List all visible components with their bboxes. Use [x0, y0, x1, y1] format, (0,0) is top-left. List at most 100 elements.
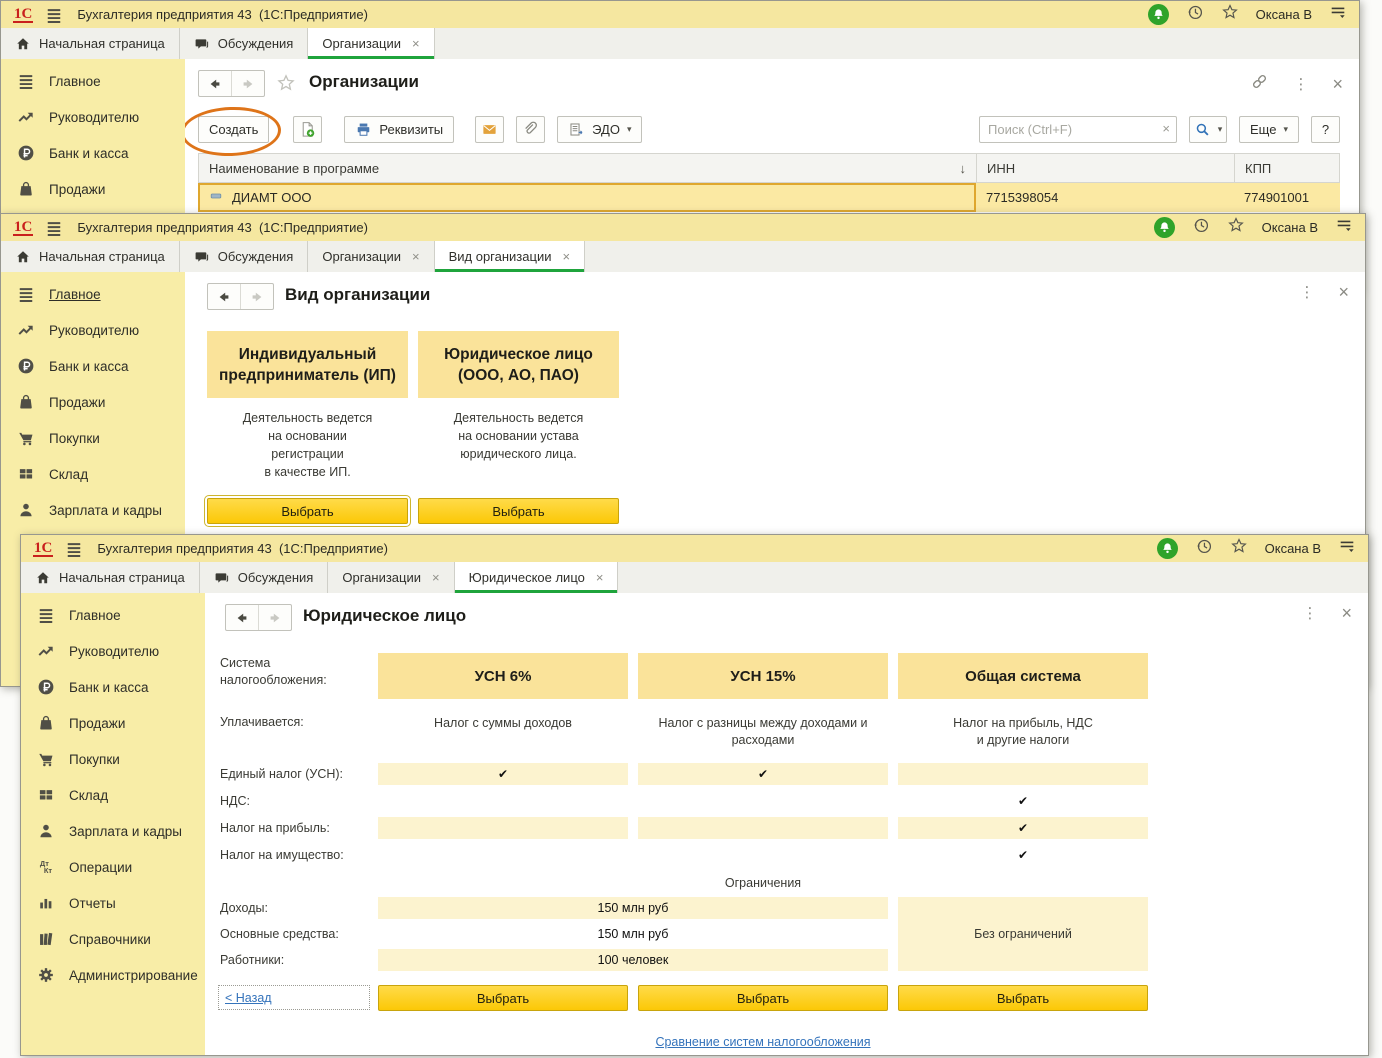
more-actions-button[interactable]: Еще ▾: [1239, 115, 1299, 143]
main-menu-icon[interactable]: [65, 540, 83, 558]
tab-close-icon[interactable]: ×: [412, 36, 420, 51]
tab-close-icon[interactable]: ×: [562, 249, 570, 264]
tab-label: Вид организации: [448, 249, 552, 264]
service-menu-button[interactable]: [1338, 537, 1356, 560]
trend-icon: [37, 642, 55, 660]
clear-search-icon[interactable]: ×: [1162, 121, 1170, 136]
sidebar-item-продажи[interactable]: Продажи: [1, 384, 185, 420]
tab-close-icon[interactable]: ×: [412, 249, 420, 264]
favorites-star-button[interactable]: [1221, 3, 1239, 26]
sidebar-item-банк-и-касса[interactable]: Банк и касса: [21, 669, 205, 705]
tab-вид-организации[interactable]: Вид организации ×: [434, 241, 586, 273]
tab-юридическое-лицо[interactable]: Юридическое лицо ×: [454, 562, 619, 594]
requisites-button[interactable]: Реквизиты: [344, 115, 455, 143]
sidebar-item-руководителю[interactable]: Руководителю: [21, 633, 205, 669]
back-button[interactable]: [226, 605, 258, 630]
send-email-button[interactable]: [475, 115, 505, 143]
select-button[interactable]: Выбрать: [898, 985, 1148, 1011]
more-menu-icon[interactable]: ⋮: [1302, 606, 1317, 621]
back-link[interactable]: < Назад: [225, 991, 272, 1005]
service-menu-button[interactable]: [1335, 216, 1353, 239]
sidebar-item-склад[interactable]: Склад: [1, 456, 185, 492]
create-button[interactable]: Создать: [198, 115, 270, 143]
notifications-button[interactable]: [1153, 217, 1175, 238]
close-form-icon[interactable]: ×: [1341, 604, 1352, 622]
service-menu-button[interactable]: [1329, 3, 1347, 26]
edo-button[interactable]: ЭДО ▾: [557, 115, 643, 143]
sidebar-item-отчеты[interactable]: Отчеты: [21, 885, 205, 921]
tab-close-icon[interactable]: ×: [432, 570, 440, 585]
tab-close-icon[interactable]: ×: [596, 570, 604, 585]
help-button[interactable]: ?: [1311, 115, 1340, 143]
search-input[interactable]: [979, 115, 1178, 143]
tab-начальная-страница[interactable]: Начальная страница: [1, 241, 180, 272]
notifications-button[interactable]: [1147, 4, 1169, 25]
column-header-inn[interactable]: ИНН: [977, 154, 1235, 182]
person-icon: [17, 501, 35, 519]
compare-systems-link[interactable]: Сравнение систем налогообложения: [655, 1035, 870, 1049]
sidebar-item-продажи[interactable]: Продажи: [21, 705, 205, 741]
cell-name-selected[interactable]: ДИАМТ ООО: [198, 183, 976, 212]
sidebar-item-label: Продажи: [49, 394, 106, 410]
close-form-icon[interactable]: ×: [1332, 75, 1343, 93]
notifications-button[interactable]: [1156, 538, 1178, 559]
favorites-star-button[interactable]: [1227, 216, 1245, 239]
sidebar-item-главное[interactable]: Главное: [1, 63, 185, 99]
history-button[interactable]: [1186, 3, 1204, 26]
main-menu-icon[interactable]: [45, 6, 63, 24]
column-header-kpp[interactable]: КПП: [1235, 154, 1339, 182]
table-row[interactable]: ДИАМТ ООО 7715398054 774901001: [198, 183, 1340, 212]
sidebar-item-банк-и-касса[interactable]: Банк и касса: [1, 135, 185, 171]
orgtype-card-description: Деятельность ведется на основании устава ю…: [453, 411, 584, 461]
select-button[interactable]: Выбрать: [638, 985, 888, 1011]
cell-inn[interactable]: 7715398054: [976, 183, 1234, 212]
forward-button[interactable]: [258, 605, 291, 630]
attachments-button[interactable]: [516, 115, 546, 143]
sidebar-item-склад[interactable]: Склад: [21, 777, 205, 813]
pays-label: Уплачивается:: [220, 715, 304, 729]
favorite-star-icon[interactable]: [276, 73, 296, 98]
sidebar-item-администрирование[interactable]: Администрирование: [21, 957, 205, 993]
column-header-name[interactable]: Наименование в программе ↓: [199, 154, 977, 182]
sidebar-item-справочники[interactable]: Справочники: [21, 921, 205, 957]
history-button[interactable]: [1195, 537, 1213, 560]
sidebar-item-покупки[interactable]: Покупки: [1, 420, 185, 456]
forward-button[interactable]: [231, 71, 264, 96]
tab-организации[interactable]: Организации ×: [328, 562, 455, 593]
close-form-icon[interactable]: ×: [1338, 283, 1349, 301]
main-menu-icon[interactable]: [45, 219, 63, 237]
select-button[interactable]: Выбрать: [378, 985, 628, 1011]
check-mark: ✔: [1017, 794, 1029, 808]
back-button[interactable]: [199, 71, 231, 96]
sidebar-item-продажи[interactable]: Продажи: [1, 171, 185, 207]
forward-button[interactable]: [240, 284, 273, 309]
select-button[interactable]: Выбрать: [418, 498, 619, 524]
tab-обсуждения[interactable]: Обсуждения: [180, 241, 309, 272]
more-menu-icon[interactable]: ⋮: [1293, 77, 1308, 92]
favorites-star-button[interactable]: [1230, 537, 1248, 560]
tab-начальная-страница[interactable]: Начальная страница: [21, 562, 200, 593]
sidebar-item-банк-и-касса[interactable]: Банк и касса: [1, 348, 185, 384]
tab-организации[interactable]: Организации ×: [308, 241, 435, 272]
sidebar-item-покупки[interactable]: Покупки: [21, 741, 205, 777]
sidebar-item-главное[interactable]: Главное: [21, 597, 205, 633]
sidebar-item-зарплата-и-кадры[interactable]: Зарплата и кадры: [21, 813, 205, 849]
tab-обсуждения[interactable]: Обсуждения: [200, 562, 329, 593]
sidebar-item-руководителю[interactable]: Руководителю: [1, 312, 185, 348]
tab-начальная-страница[interactable]: Начальная страница: [1, 28, 180, 59]
sidebar-item-руководителю[interactable]: Руководителю: [1, 99, 185, 135]
tab-организации[interactable]: Организации ×: [308, 28, 435, 60]
get-link-icon[interactable]: [1250, 72, 1269, 96]
sidebar-item-label: Главное: [49, 286, 101, 302]
advanced-search-button[interactable]: ▾: [1189, 115, 1228, 143]
back-button[interactable]: [208, 284, 240, 309]
create-group-button[interactable]: [293, 115, 323, 143]
sidebar-item-главное[interactable]: Главное: [1, 276, 185, 312]
tab-обсуждения[interactable]: Обсуждения: [180, 28, 309, 59]
more-menu-icon[interactable]: ⋮: [1299, 285, 1314, 300]
cell-kpp[interactable]: 774901001: [1234, 183, 1340, 212]
sidebar-item-зарплата-и-кадры[interactable]: Зарплата и кадры: [1, 492, 185, 528]
history-button[interactable]: [1192, 216, 1210, 239]
select-button[interactable]: Выбрать: [204, 495, 411, 527]
sidebar-item-операции[interactable]: Дт Кт Операции: [21, 849, 205, 885]
